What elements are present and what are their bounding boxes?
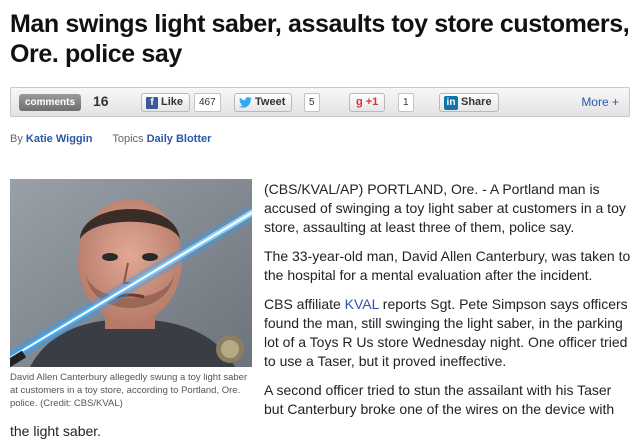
google-plus-count: 1 (398, 93, 414, 112)
topics-label: Topics (112, 133, 144, 145)
tweet-button[interactable]: Tweet (234, 93, 293, 112)
google-plus-icon: g (356, 96, 363, 108)
tweet-count: 5 (304, 93, 320, 112)
article-body: (CBS/KVAL/AP) PORTLAND, Ore. - A Portlan… (264, 180, 634, 429)
author-link[interactable]: Katie Wiggin (26, 133, 93, 145)
linkedin-share-button[interactable]: in Share (439, 93, 499, 112)
photo-caption: David Allen Canterbury allegedly swung a… (10, 372, 248, 409)
comments-button[interactable]: comments (19, 94, 82, 111)
mugshot-image (10, 179, 252, 367)
kval-link[interactable]: KVAL (345, 296, 379, 312)
article-paragraph-3: CBS affiliate KVAL reports Sgt. Pete Sim… (264, 295, 634, 371)
linkedin-icon: in (444, 95, 458, 110)
article-paragraph-4: A second officer tried to stun the assai… (264, 382, 615, 417)
share-bar: comments 16 f Like 467 Tweet 5 g +1 1 in… (10, 87, 630, 117)
google-plus-button[interactable]: g +1 (349, 93, 386, 112)
twitter-bird-icon (239, 97, 252, 108)
byline: By Katie Wiggin Topics Daily Blotter (10, 133, 211, 145)
facebook-like-button[interactable]: f Like (141, 93, 191, 112)
facebook-icon: f (146, 96, 158, 109)
facebook-like-count: 467 (194, 93, 221, 112)
comments-count[interactable]: 16 (93, 93, 109, 109)
article-paragraph-4-tail: the light saber. (10, 423, 102, 439)
linkedin-share-label: Share (461, 96, 492, 108)
topic-link[interactable]: Daily Blotter (147, 133, 212, 145)
paragraph-3-lead: CBS affiliate (264, 296, 345, 312)
tweet-label: Tweet (255, 96, 286, 108)
facebook-like-label: Like (161, 96, 184, 108)
google-plus-label: +1 (365, 96, 379, 108)
article-photo (10, 179, 252, 367)
article-paragraph-2: The 33-year-old man, David Allen Canterb… (264, 248, 631, 283)
article-headline: Man swings light saber, assaults toy sto… (10, 10, 630, 68)
article-paragraph-1: (CBS/KVAL/AP) PORTLAND, Ore. - A Portlan… (264, 181, 626, 235)
more-share-link[interactable]: More + (581, 95, 619, 109)
byline-by-label: By (10, 133, 23, 145)
